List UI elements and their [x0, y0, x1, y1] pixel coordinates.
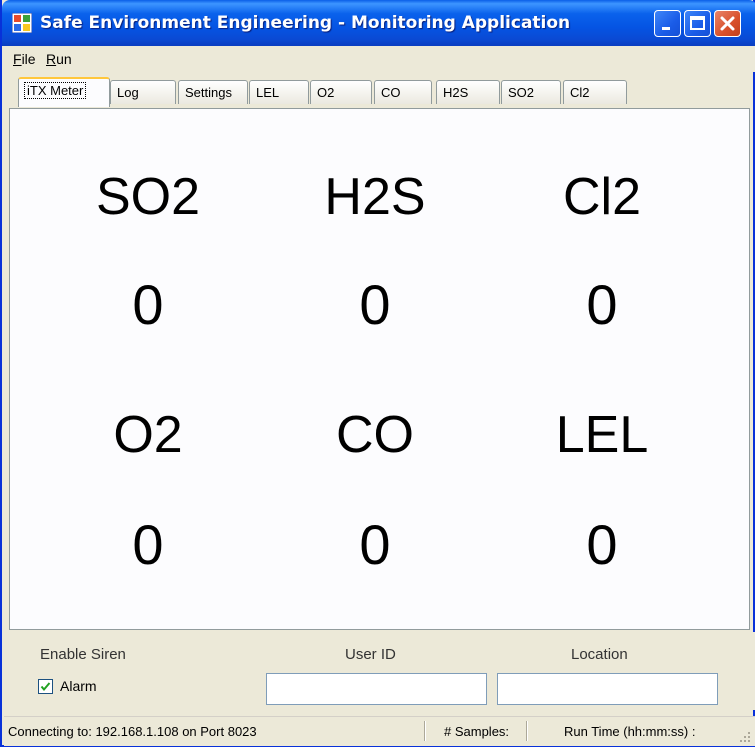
- minimize-button[interactable]: [654, 10, 681, 37]
- menu-file-rest: ile: [21, 51, 36, 67]
- tab-label: SO2: [508, 85, 535, 100]
- close-button[interactable]: [714, 10, 741, 37]
- gas-value-o2: 0: [132, 513, 164, 576]
- window-title: Safe Environment Engineering - Monitorin…: [40, 13, 571, 33]
- meter-panel: SO2 0 H2S 0 Cl2 0 O2 0 CO 0 LEL 0: [9, 108, 750, 630]
- tab-strip: iTX Meter Log Settings LEL O2 CO H2S SO2…: [4, 72, 755, 110]
- tab-label: H2S: [443, 85, 469, 100]
- menu-file-accel: F: [13, 51, 22, 67]
- samples-status: # Samples:: [444, 724, 510, 739]
- tab-label: CO: [381, 85, 401, 100]
- tab-so2[interactable]: SO2: [501, 80, 561, 104]
- menu-run-rest: un: [56, 51, 72, 67]
- maximize-button[interactable]: [684, 10, 711, 37]
- gas-label-co: CO: [336, 406, 414, 464]
- tab-h2s[interactable]: H2S: [436, 80, 500, 104]
- checkmark-icon: [40, 682, 51, 692]
- footer-panel: Enable Siren Alarm User ID Location: [4, 632, 755, 710]
- tab-label: Log: [117, 85, 139, 100]
- tab-label: iTX Meter: [23, 82, 87, 99]
- gas-label-h2s: H2S: [324, 168, 426, 226]
- tab-lel[interactable]: LEL: [249, 80, 309, 104]
- app-window: Safe Environment Engineering - Monitorin…: [0, 0, 755, 747]
- tab-settings[interactable]: Settings: [178, 80, 248, 104]
- tab-label: Cl2: [570, 85, 590, 100]
- tab-itx-meter[interactable]: iTX Meter: [18, 77, 110, 107]
- tab-label: LEL: [256, 85, 280, 100]
- tab-label: Settings: [185, 85, 232, 100]
- location-input[interactable]: [497, 673, 718, 705]
- tab-co[interactable]: CO: [374, 80, 432, 104]
- gas-value-cl2: 0: [586, 273, 618, 336]
- app-icon: [12, 13, 32, 33]
- tab-label: O2: [317, 85, 335, 100]
- maximize-icon: [690, 16, 705, 30]
- gas-label-o2: O2: [113, 406, 183, 464]
- gas-value-lel: 0: [586, 513, 618, 576]
- user-id-label: User ID: [345, 646, 396, 663]
- status-bar: Connecting to: 192.168.1.108 on Port 802…: [4, 716, 755, 746]
- status-separator: [526, 721, 528, 741]
- alarm-label: Alarm: [60, 678, 97, 694]
- tab-log[interactable]: Log: [110, 80, 176, 104]
- gas-value-h2s: 0: [359, 273, 391, 336]
- menu-bar: File Run: [4, 46, 755, 72]
- gas-value-co: 0: [359, 513, 391, 576]
- enable-siren-label: Enable Siren: [40, 646, 126, 663]
- menu-file[interactable]: File: [13, 51, 36, 67]
- gas-label-lel: LEL: [555, 406, 649, 464]
- connection-status: Connecting to: 192.168.1.108 on Port 802…: [8, 724, 257, 739]
- gas-label-cl2: Cl2: [562, 168, 642, 226]
- status-separator: [424, 721, 426, 741]
- title-bar[interactable]: Safe Environment Engineering - Monitorin…: [2, 0, 755, 46]
- tab-cl2[interactable]: Cl2: [563, 80, 627, 104]
- menu-run-accel: R: [46, 51, 57, 67]
- minimize-icon: [662, 27, 670, 30]
- menu-run[interactable]: Run: [46, 51, 72, 67]
- location-label: Location: [571, 646, 628, 663]
- close-icon: [720, 16, 735, 31]
- tab-o2[interactable]: O2: [310, 80, 372, 104]
- gas-label-so2: SO2: [95, 168, 201, 226]
- resize-grip-icon[interactable]: [739, 731, 751, 743]
- run-time-status: Run Time (hh:mm:ss) :: [564, 724, 696, 739]
- alarm-checkbox[interactable]: [38, 679, 53, 694]
- user-id-input[interactable]: [266, 673, 487, 705]
- gas-value-so2: 0: [132, 273, 164, 336]
